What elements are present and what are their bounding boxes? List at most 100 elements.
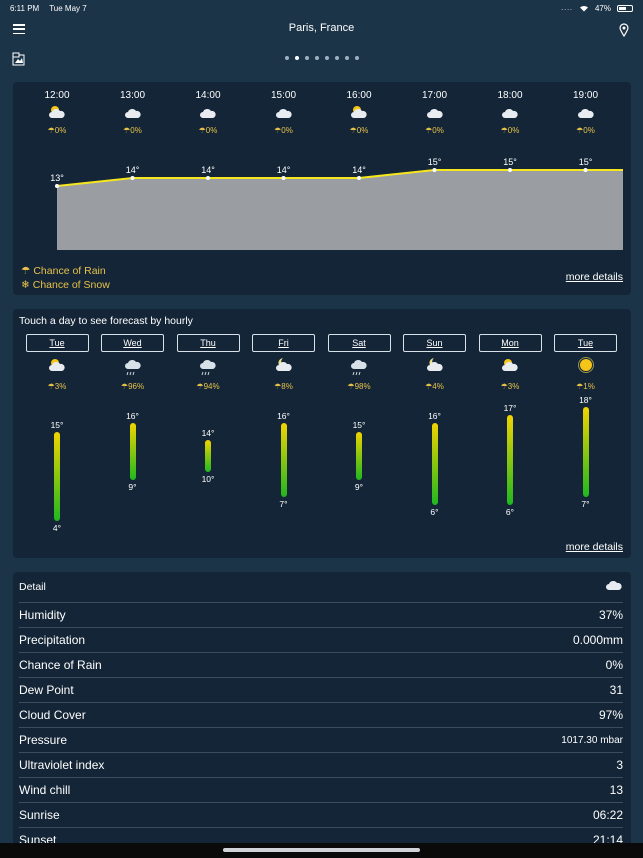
cloudy-icon (405, 103, 465, 125)
page-dot[interactable] (314, 56, 319, 60)
detail-title: Detail (19, 581, 46, 593)
rain-chance: ☂0% (198, 126, 218, 135)
rain-chance: ☂0% (500, 126, 520, 135)
hour-time: 12:00 (44, 90, 70, 101)
page-dot[interactable] (354, 56, 359, 60)
page-dot[interactable] (294, 56, 299, 60)
detail-row: Ultraviolet index 3 (19, 752, 623, 777)
rain-chance: ☂96% (120, 382, 145, 391)
detail-panel: Detail Humidity 37% Precipitation 0.000mm Ch… (13, 572, 631, 858)
umbrella-icon: ☂ (274, 382, 282, 391)
partly-cloudy-night-icon (405, 356, 465, 376)
page-dot[interactable] (304, 56, 309, 60)
temperature-label: 13° (50, 173, 64, 183)
snowflake-icon: ❄ (21, 279, 30, 291)
detail-value: 1017.30 mbar (561, 734, 623, 746)
cloudy-icon (605, 580, 623, 594)
umbrella-icon: ☂ (47, 382, 55, 391)
detail-row: Sunrise 06:22 (19, 802, 623, 827)
umbrella-icon: ☂ (500, 382, 508, 391)
location-pin-icon[interactable] (619, 23, 629, 37)
daily-item[interactable]: ☂3% (480, 356, 540, 394)
rain-chance: ☂98% (347, 382, 371, 391)
umbrella-icon: ☂ (425, 382, 433, 391)
daily-item[interactable]: ☂8% (254, 356, 314, 394)
low-temp: 10° (201, 474, 215, 485)
partly-sunny-icon (329, 103, 389, 125)
partly-sunny-icon (27, 103, 87, 125)
detail-row: Wind chill 13 (19, 777, 623, 802)
detail-value: 0% (605, 658, 623, 672)
hourly-item: 15:00 ☂0% (254, 90, 314, 136)
hourly-item: 19:00 ☂0% (556, 90, 616, 136)
detail-label: Ultraviolet index (19, 758, 105, 772)
legend-rain: ☂ Chance of Rain (21, 265, 106, 277)
page-dot[interactable] (334, 56, 339, 60)
temperature-range-bar (205, 439, 211, 473)
page-indicator[interactable] (0, 56, 643, 60)
low-temp: 6° (505, 506, 515, 517)
day-button-mon[interactable]: Mon (478, 334, 542, 352)
day-button-fri[interactable]: Fri (252, 334, 315, 352)
detail-value: 0.000mm (572, 633, 623, 647)
detail-row: Pressure 1017.30 mbar (19, 727, 623, 752)
cloudy-icon (480, 103, 540, 125)
hourly-columns: 12:00 ☂0% 13:00 ☂0% 14:00 ☂0% 15:00 ☂0% 16:00 ☂0%… (13, 90, 631, 140)
umbrella-icon: ☂ (347, 382, 355, 391)
page-dot[interactable] (324, 56, 329, 60)
rain-cloud-icon (329, 356, 389, 376)
low-temp: 7° (581, 498, 590, 509)
daily-item[interactable]: ☂94% (178, 356, 238, 394)
detail-label: Cloud Cover (19, 708, 86, 722)
hour-time: 13:00 (119, 90, 146, 101)
home-indicator[interactable] (223, 848, 420, 852)
low-temp: 6° (430, 506, 439, 517)
detail-value: 13 (609, 783, 623, 797)
detail-value: 06:22 (592, 808, 623, 822)
cloudy-icon (178, 103, 238, 125)
hour-time: 15:00 (270, 90, 297, 101)
rain-chance: ☂8% (274, 382, 293, 391)
umbrella-icon: ☂ (21, 265, 31, 277)
rain-chance: ☂0% (425, 126, 444, 135)
high-temp: 18° (579, 395, 592, 406)
rain-chance: ☂94% (196, 382, 220, 391)
page-dot[interactable] (344, 56, 349, 60)
hourly-item: 13:00 ☂0% (103, 90, 163, 136)
daily-item[interactable]: ☂3% (27, 356, 87, 394)
detail-value: 97% (598, 708, 623, 722)
daily-more-details-link[interactable]: more details (566, 541, 623, 553)
daily-item[interactable]: ☂96% (103, 356, 163, 394)
umbrella-icon: ☂ (576, 382, 584, 391)
daily-item[interactable]: ☂1% (556, 356, 616, 394)
day-button-sat[interactable]: Sat (327, 334, 391, 352)
hourly-item: 16:00 ☂0% (329, 90, 389, 136)
detail-row: Cloud Cover 97% (19, 702, 623, 727)
wifi-icon (579, 5, 588, 12)
daily-item[interactable]: ☂98% (329, 356, 389, 394)
day-button-tue[interactable]: Tue (554, 334, 617, 352)
temperature-point (281, 176, 286, 180)
rain-chance: ☂0% (349, 126, 369, 135)
daily-item[interactable]: ☂4% (405, 356, 465, 394)
day-button-thu[interactable]: Thu (176, 334, 240, 352)
detail-header: Detail (19, 578, 623, 596)
umbrella-icon: ☂ (47, 126, 55, 135)
battery-icon (617, 4, 633, 12)
temperature-label: 14° (126, 165, 140, 175)
partly-sunny-icon (27, 356, 87, 376)
day-button-wed[interactable]: Wed (101, 334, 164, 352)
day-button-sun[interactable]: Sun (403, 334, 466, 352)
detail-label: Wind chill (19, 783, 71, 797)
hourly-more-details-link[interactable]: more details (566, 271, 623, 283)
hour-time: 14:00 (195, 90, 221, 101)
day-button-tue[interactable]: Tue (25, 334, 89, 352)
legend-snow: ❄ Chance of Snow (21, 279, 110, 291)
detail-row: Humidity 37% (19, 602, 623, 627)
temperature-label: 15° (503, 157, 517, 167)
rain-chance: ☂0% (576, 126, 595, 135)
page-title: Paris, France (288, 22, 355, 34)
page-dot[interactable] (284, 56, 289, 60)
detail-label: Precipitation (19, 633, 86, 647)
low-temp: 7° (279, 498, 288, 509)
